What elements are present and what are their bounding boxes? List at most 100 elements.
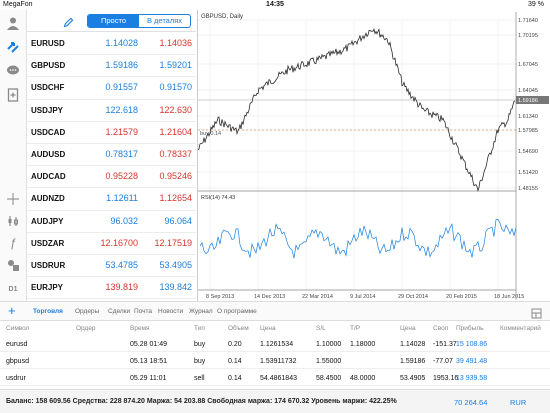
price-tick-label: 1.51420 [518,170,538,176]
quote-ask: 0.78337 [159,148,192,159]
position-row[interactable]: eurusd 05.28 01:49 buy 0.20 1.1261534 1.10000… [0,337,550,352]
toolbox-tab[interactable]: О программе [217,308,257,315]
account-icon[interactable] [4,14,22,32]
quote-symbol: AUDUSD [31,149,66,159]
price-tick-label: 1.71640 [518,18,538,24]
quote-row[interactable]: USDCHF 0.91557 0.91570 [27,77,196,100]
position-symbol: eurusd [6,341,28,348]
chart-type-icon[interactable] [4,212,22,230]
app-window: MegaFon 14:35 39 % ƒ D1 Просто В деталях… [0,0,550,413]
chart-canvas[interactable]: GBPUSD, Daily 1.71640 1.70195 1.67045 1.640… [197,10,550,301]
quote-bid: 12.16700 [100,237,138,248]
column-header[interactable]: Своп [433,325,448,332]
quotes-toolbar: Просто В деталях + [27,10,208,37]
column-header[interactable]: Ордер [76,325,96,332]
quote-symbol: USDCHF [31,83,65,93]
quote-row[interactable]: USDCAD 1.21579 1.21604 [27,122,196,144]
toolbox-tab[interactable]: Журнал [189,308,213,315]
crosshair-icon[interactable] [4,190,22,208]
position-cur-price: 1.14028 [400,341,426,348]
new-order-button[interactable]: + [8,303,16,318]
quote-symbol: AUDNZD [31,194,65,204]
date-tick-label: 20 Feb 2015 [446,294,477,300]
quote-ask: 12.17519 [154,237,192,248]
position-row[interactable]: gbpusd 05.13 18:51 buy 0.14 1.53911732 1.5500… [0,354,550,369]
detailed-view-tab[interactable]: В деталях [139,15,190,27]
quote-row[interactable]: AUDCAD 0.95228 0.95246 [27,166,196,189]
position-cur-price: 53.4905 [400,375,426,382]
column-header[interactable]: Цена [400,325,416,332]
column-header[interactable]: Тип [194,325,205,332]
date-tick-label: 22 Mar 2014 [302,294,333,300]
status-bar: MegaFon 14:35 39 % [0,0,550,10]
quote-row[interactable]: AUDJPY 96.032 96.064 [27,211,196,233]
position-sl: 1.55000 [316,358,342,365]
quote-bid: 96.032 [110,215,138,226]
quote-row[interactable]: AUDUSD 0.78317 0.78337 [27,144,196,167]
position-sl: 1.10000 [316,341,342,348]
column-header[interactable]: Прибыль [456,325,484,332]
quote-bid: 0.78317 [105,148,138,159]
price-tick-label: 1.64045 [518,88,538,94]
quote-symbol: EURUSD [31,39,65,48]
column-header[interactable]: S/L [316,325,326,332]
quote-symbol: USDCAD [31,127,66,137]
quote-symbol: USDZAR [31,238,65,248]
price-tick-label: 1.70195 [518,33,538,39]
toolbox-tab[interactable]: Торговля [33,308,63,315]
quote-row[interactable]: USDZAR 12.16700 12.17519 [27,233,196,255]
quote-bid: 0.95228 [105,171,138,182]
position-row[interactable]: usdrur 05.29 11:01 sell 0.14 54.4861843 58.45… [0,371,550,386]
quote-row[interactable]: EURJPY 139.819 139.842 [27,277,196,300]
quote-bid: 1.12611 [106,193,138,204]
column-header[interactable]: Объем [228,325,249,332]
position-swap: 1953.16 [433,375,459,382]
position-time: 05.13 18:51 [130,358,167,365]
toolbox-tab[interactable]: Почта [134,308,152,315]
price-chart[interactable]: GBPUSD, Daily 1.71640 1.70195 1.67045 1.640… [197,10,550,301]
toolbox-tab[interactable]: Новости [158,308,183,315]
trade-arrows-icon[interactable] [4,38,22,56]
chart-title: GBPUSD, Daily [201,14,243,20]
date-tick-label: 8 Sep 2013 [206,294,234,300]
quote-bid: 139.819 [105,282,138,293]
timeframe-button[interactable]: D1 [4,280,22,298]
quote-ask: 1.21604 [159,126,192,137]
toolbox-tab[interactable]: Ордеры [75,308,99,315]
quote-row[interactable]: USDJPY 122.618 122.630 [27,100,196,122]
quote-row[interactable]: USDRUR 53.4785 53.4905 [27,255,196,278]
column-header[interactable]: Цена [260,325,276,332]
price-tick-label: 1.61340 [518,114,538,120]
indicators-icon[interactable]: ƒ [4,234,22,252]
quote-bid: 53.4785 [105,259,138,270]
quote-symbol: EURJPY [31,283,64,293]
quote-row[interactable]: EURUSD 1.14028 1.14036 [27,33,196,56]
date-tick-label: 14 Dec 2013 [254,294,285,300]
position-time: 05.29 11:01 [130,375,167,382]
edit-icon[interactable] [63,15,74,33]
toolbox-tab[interactable]: Сделки [108,308,130,315]
objects-icon[interactable] [4,256,22,274]
quote-ask: 53.4905 [159,259,192,270]
position-volume: 0.20 [228,341,242,348]
position-price: 1.53911732 [260,358,297,365]
left-tool-rail: ƒ D1 [0,10,27,301]
date-tick-label: 18 Jun 2015 [494,294,524,300]
price-tick-label: 1.57985 [518,128,538,134]
quote-ask: 122.630 [159,104,192,115]
document-plus-icon[interactable] [4,86,22,104]
simple-view-tab[interactable]: Просто [88,15,139,27]
quote-row[interactable]: AUDNZD 1.12611 1.12654 [27,188,196,211]
column-header[interactable]: Символ [6,325,29,332]
column-header[interactable]: Комментарий [500,325,541,332]
chat-icon[interactable] [4,62,22,80]
quote-row[interactable]: GBPUSD 1.59186 1.59201 [27,55,196,78]
position-sl: 58.4500 [316,375,342,382]
date-tick-label: 29 Oct 2014 [398,294,428,300]
column-header[interactable]: Время [130,325,150,332]
position-price: 54.4861843 [260,375,297,382]
position-tp: 48.0000 [350,375,376,382]
column-header[interactable]: T/P [350,325,360,332]
quote-symbol: USDRUR [31,260,66,270]
account-currency: RUR [510,398,527,407]
